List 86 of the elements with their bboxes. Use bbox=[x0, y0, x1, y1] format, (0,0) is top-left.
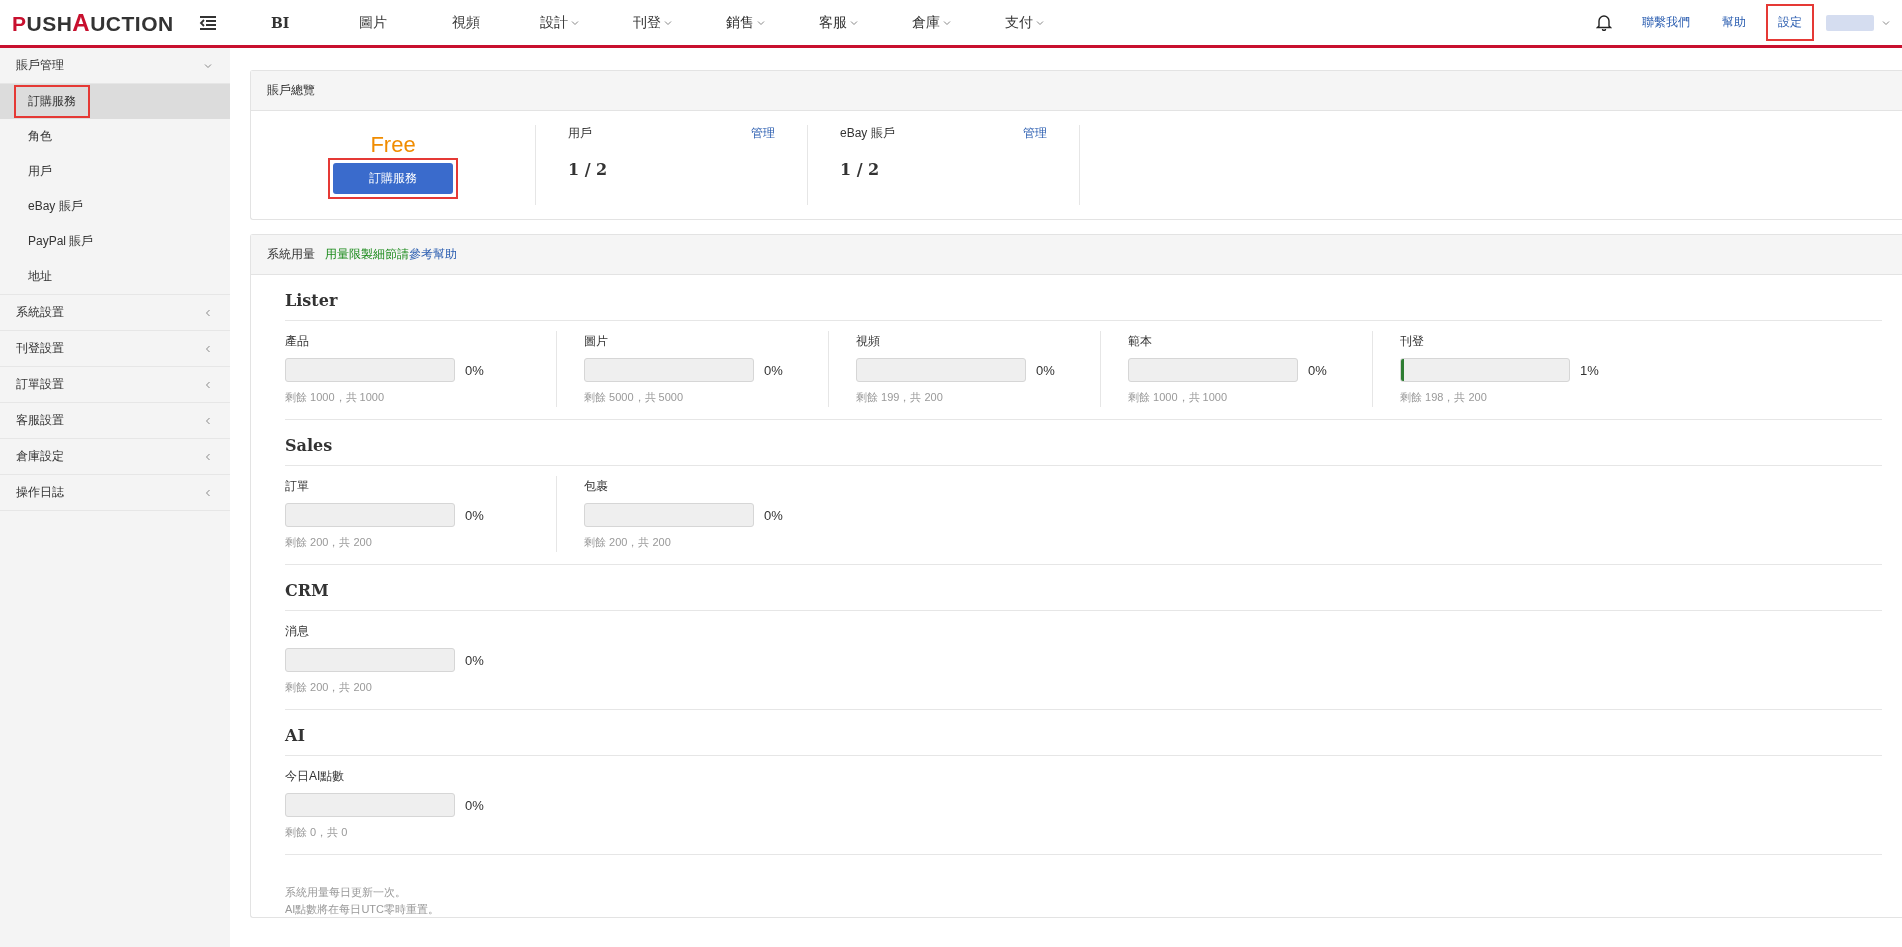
chevron-icon bbox=[204, 488, 212, 497]
usage-label: 範本 bbox=[1128, 333, 1153, 350]
chevron-icon bbox=[942, 18, 951, 27]
usage-percent: 1% bbox=[1580, 362, 1599, 378]
chevron-icon bbox=[204, 416, 212, 425]
chevron-icon bbox=[204, 380, 212, 389]
usage-remaining: 剩餘 1000，共 1000 bbox=[1128, 390, 1229, 405]
usage-percent: 0% bbox=[1036, 362, 1055, 378]
stat-label: eBay 賬戶 bbox=[840, 125, 895, 142]
usage-label: 消息 bbox=[285, 623, 310, 640]
bell-icon[interactable] bbox=[1596, 14, 1612, 31]
nav-item[interactable]: 刊登 bbox=[605, 13, 699, 32]
sidebar-item[interactable]: 角色 bbox=[0, 119, 230, 154]
header-link[interactable]: 幫助 bbox=[1710, 4, 1758, 41]
plan-name: Free bbox=[370, 131, 416, 158]
menu-icon[interactable] bbox=[197, 14, 218, 31]
sidebar-item[interactable]: 地址 bbox=[0, 259, 230, 294]
usage-label: 包裹 bbox=[584, 478, 609, 495]
usage-remaining: 剩餘 199，共 200 bbox=[856, 390, 944, 405]
sidebar-item[interactable]: PayPal 賬戶 bbox=[0, 224, 230, 259]
sidebar-group[interactable]: 刊登設置 bbox=[0, 331, 230, 367]
usage-remaining: 剩餘 200，共 200 bbox=[285, 680, 373, 695]
chevron-icon bbox=[756, 18, 765, 27]
nav-item[interactable]: 銷售 bbox=[698, 13, 792, 32]
stat-value: 1 / 2 bbox=[568, 160, 609, 179]
usage-label: 產品 bbox=[285, 333, 310, 350]
usage-remaining: 剩餘 0，共 0 bbox=[285, 825, 349, 840]
nav-item[interactable]: 設計 bbox=[512, 13, 606, 32]
sidebar-group[interactable]: 倉庫設定 bbox=[0, 439, 230, 475]
usage-hint: 用量限製細節請參考幫助 bbox=[325, 246, 457, 263]
panel-title: 系統用量 bbox=[267, 246, 315, 263]
usage-label: 圖片 bbox=[584, 333, 609, 350]
chevron-icon bbox=[204, 344, 212, 353]
usage-percent: 0% bbox=[1308, 362, 1327, 378]
sidebar-group[interactable]: 訂單設置 bbox=[0, 367, 230, 403]
chevron-icon bbox=[204, 452, 212, 461]
sidebar-group[interactable]: 系統設置 bbox=[0, 295, 230, 331]
section-title: Sales bbox=[285, 436, 333, 455]
sidebar-item[interactable]: 訂購服務 bbox=[0, 84, 230, 119]
usage-percent: 0% bbox=[465, 362, 484, 378]
stat-label: 用戶 bbox=[568, 125, 592, 142]
usage-label: 刊登 bbox=[1400, 333, 1425, 350]
usage-percent: 0% bbox=[465, 797, 484, 813]
brand-logo[interactable]: PUSHAUCTION bbox=[12, 8, 174, 37]
nav-item[interactable]: 支付 bbox=[977, 13, 1071, 32]
section-title: CRM bbox=[285, 581, 329, 600]
usage-percent: 0% bbox=[465, 507, 484, 523]
help-link[interactable]: 參考幫助 bbox=[409, 247, 457, 261]
section-title: Lister bbox=[285, 291, 338, 310]
header-link[interactable]: 設定 bbox=[1766, 4, 1814, 41]
chevron-icon bbox=[663, 18, 672, 27]
sidebar-item[interactable]: eBay 賬戶 bbox=[0, 189, 230, 224]
nav-item[interactable]: 視頻 bbox=[419, 13, 513, 32]
usage-percent: 0% bbox=[764, 507, 783, 523]
usage-remaining: 剩餘 200，共 200 bbox=[285, 535, 373, 550]
nav-item[interactable]: 客服 bbox=[791, 13, 885, 32]
manage-link[interactable]: 管理 bbox=[1023, 125, 1047, 142]
chevron-icon bbox=[1035, 18, 1044, 27]
usage-remaining: 剩餘 200，共 200 bbox=[584, 535, 672, 550]
manage-link[interactable]: 管理 bbox=[751, 125, 775, 142]
usage-percent: 0% bbox=[764, 362, 783, 378]
stat-value: 1 / 2 bbox=[840, 160, 881, 179]
usage-remaining: 剩餘 1000，共 1000 bbox=[285, 390, 386, 405]
nav-item[interactable]: BI bbox=[233, 13, 327, 32]
panel-title: 賬戶總覽 bbox=[267, 82, 315, 99]
chevron-icon bbox=[204, 61, 212, 70]
usage-percent: 0% bbox=[465, 652, 484, 668]
sidebar-item[interactable]: 用戶 bbox=[0, 154, 230, 189]
usage-remaining: 剩餘 198，共 200 bbox=[1400, 390, 1488, 405]
chevron-icon bbox=[849, 18, 858, 27]
usage-label: 訂單 bbox=[285, 478, 310, 495]
nav-item[interactable]: 倉庫 bbox=[884, 13, 978, 32]
chevron-icon bbox=[204, 308, 212, 317]
subscribe-button[interactable]: 訂購服務 bbox=[333, 162, 453, 194]
usage-remaining: 剩餘 5000，共 5000 bbox=[584, 390, 685, 405]
chevron-icon bbox=[1882, 18, 1890, 27]
sidebar-group[interactable]: 客服設置 bbox=[0, 403, 230, 439]
section-title: AI bbox=[285, 726, 305, 745]
usage-label: 今日AI點數 bbox=[285, 768, 346, 785]
sidebar-group[interactable]: 操作日誌 bbox=[0, 475, 230, 511]
usage-note: 系統用量每日更新一次。 bbox=[285, 885, 407, 900]
header-link[interactable]: 聯繫我們 bbox=[1630, 4, 1702, 41]
usage-note: AI點數將在每日UTC零時重置。 bbox=[285, 902, 440, 917]
nav-item[interactable]: 圖片 bbox=[326, 13, 420, 32]
chevron-icon bbox=[570, 18, 579, 27]
usage-label: 視頻 bbox=[856, 333, 881, 350]
